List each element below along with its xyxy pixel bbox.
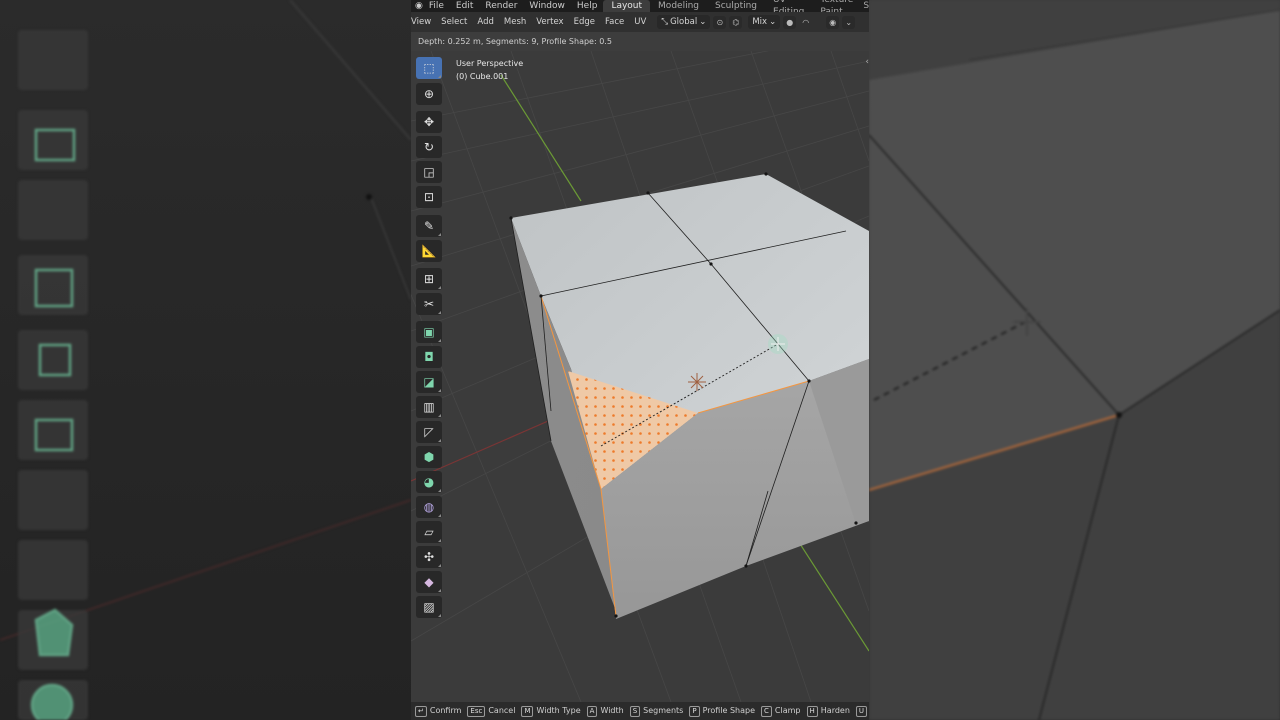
3d-viewport[interactable]: User Perspective (0) Cube.001 ‹ ⬚ ⊕ ✥ ↻ …: [411, 51, 869, 702]
viewport-info: User Perspective (0) Cube.001: [456, 57, 523, 83]
status-profile-shape: P Profile Shape: [689, 702, 755, 720]
transform-icon[interactable]: ⊡: [416, 186, 442, 208]
menu-file[interactable]: File: [423, 0, 450, 12]
rip-region-icon[interactable]: ▨: [416, 596, 442, 618]
tab-shading[interactable]: S: [861, 0, 869, 12]
knife-icon[interactable]: ◸: [416, 421, 442, 443]
status-width-type: M Width Type: [521, 702, 581, 720]
viewport-overlay-icon[interactable]: ⌄: [842, 15, 856, 29]
scene-svg: [411, 51, 869, 702]
proportional-dropdown[interactable]: Mix ⌄: [748, 15, 781, 29]
extrude-region-icon[interactable]: ▣: [416, 321, 442, 343]
rotate-icon[interactable]: ↻: [416, 136, 442, 158]
status-confirm: ↵ Confirm: [415, 702, 461, 720]
menu-view[interactable]: View: [411, 12, 436, 32]
knife-cube-icon[interactable]: ✂: [416, 293, 442, 315]
operator-info: Depth: 0.252 m, Segments: 9, Profile Sha…: [418, 37, 612, 46]
edge-slide-icon[interactable]: ▱: [416, 521, 442, 543]
menu-edit[interactable]: Edit: [450, 0, 479, 12]
menu-help[interactable]: Help: [571, 0, 604, 12]
status-cancel: Esc Cancel: [467, 702, 515, 720]
bevel-icon[interactable]: ◪: [416, 371, 442, 393]
status-bar: ↵ Confirm Esc Cancel M Width Type A Width SS…: [411, 702, 869, 720]
tab-layout[interactable]: Layout: [603, 0, 651, 12]
menu-mesh[interactable]: Mesh: [499, 12, 531, 32]
status-width: A Width: [586, 702, 624, 720]
menu-add[interactable]: Add: [472, 12, 498, 32]
shrink-fatten-icon[interactable]: ✣: [416, 546, 442, 568]
pivot-point-icon[interactable]: ⊙: [713, 15, 727, 29]
add-cube-icon[interactable]: ⊞: [416, 268, 442, 290]
background-right-blur: [869, 0, 1280, 720]
visibility-icon[interactable]: ◉: [826, 15, 840, 29]
tab-modeling[interactable]: Modeling: [650, 0, 707, 12]
menu-render[interactable]: Render: [479, 0, 523, 12]
menu-face[interactable]: Face: [600, 12, 629, 32]
poly-build-icon[interactable]: ⬢: [416, 446, 442, 468]
snap-icon[interactable]: ⌬: [729, 15, 743, 29]
chevron-down-icon: ⌄: [699, 17, 707, 27]
object-name: (0) Cube.001: [456, 72, 509, 81]
status-clamp: C Clamp: [761, 702, 801, 720]
viewport-header: View Select Add Mesh Vertex Edge Face UV…: [411, 12, 869, 32]
blender-window: ◉ File Edit Render Window Help Layout Mo…: [411, 0, 869, 720]
move-icon[interactable]: ✥: [416, 111, 442, 133]
chevron-down-icon: ⌄: [769, 17, 777, 27]
menu-select[interactable]: Select: [436, 12, 472, 32]
scale-icon[interactable]: ◲: [416, 161, 442, 183]
cursor-icon[interactable]: ⊕: [416, 83, 442, 105]
measure-icon[interactable]: 📐: [416, 240, 442, 262]
menu-edge[interactable]: Edge: [569, 12, 600, 32]
shear-icon[interactable]: ◆: [416, 571, 442, 593]
transform-orientation-dropdown[interactable]: ⤡ Global ⌄: [657, 15, 711, 29]
menu-vertex[interactable]: Vertex: [531, 12, 568, 32]
top-bar: ◉ File Edit Render Window Help Layout Mo…: [411, 0, 869, 17]
menu-uv[interactable]: UV: [629, 12, 651, 32]
status-harden: H Harden: [806, 702, 850, 720]
orientation-icon: ⤡: [661, 17, 669, 27]
view-name: User Perspective: [456, 59, 524, 68]
background-left-blur: [0, 0, 411, 720]
menu-window[interactable]: Window: [523, 0, 571, 12]
spin-icon[interactable]: ◕: [416, 471, 442, 493]
sidebar-toggle-icon[interactable]: ‹: [865, 57, 869, 67]
inset-faces-icon[interactable]: ◘: [416, 346, 442, 368]
status-more: US: [855, 702, 869, 720]
y-axis-line: [500, 74, 582, 202]
loop-cut-icon[interactable]: ▥: [416, 396, 442, 418]
smooth-icon[interactable]: ◍: [416, 496, 442, 518]
status-segments: S Segments: [629, 702, 683, 720]
proportional-edit-icon[interactable]: ●: [783, 15, 797, 29]
falloff-icon[interactable]: ◠: [799, 15, 813, 29]
blender-logo-icon[interactable]: ◉: [415, 0, 423, 12]
select-box-icon[interactable]: ⬚: [416, 57, 442, 79]
annotate-icon[interactable]: ✎: [416, 215, 442, 237]
tab-sculpting[interactable]: Sculpting: [707, 0, 765, 12]
